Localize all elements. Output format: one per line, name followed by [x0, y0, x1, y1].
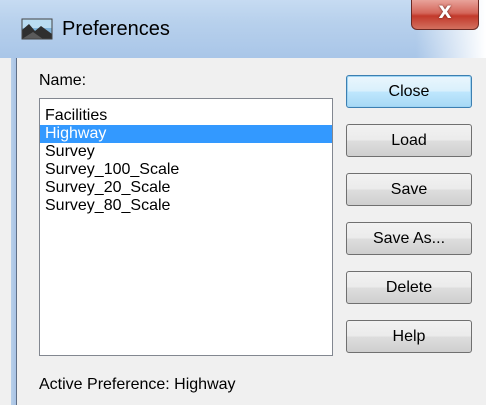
preferences-app-icon [21, 18, 53, 40]
preferences-dialog: Preferences X Name: Facilities Highway Sur… [0, 0, 486, 405]
name-label: Name: [39, 72, 87, 89]
delete-button[interactable]: Delete [346, 271, 472, 304]
active-preference-status: Active Preference: Highway [39, 376, 236, 393]
help-button[interactable]: Help [346, 320, 472, 353]
save-button[interactable]: Save [346, 173, 472, 206]
close-button[interactable]: Close [346, 75, 472, 108]
preferences-listbox[interactable]: Facilities Highway Survey Survey_100_Scale S… [39, 98, 333, 356]
close-x-icon: X [438, 3, 452, 23]
save-as-button[interactable]: Save As... [346, 222, 472, 255]
list-item[interactable]: Facilities [40, 107, 332, 125]
window-title: Preferences [62, 18, 170, 40]
list-item[interactable]: Survey_80_Scale [40, 197, 332, 215]
list-item[interactable]: Highway [40, 125, 332, 143]
window-left-frame [11, 58, 17, 405]
list-item[interactable]: Survey_100_Scale [40, 161, 332, 179]
load-button[interactable]: Load [346, 124, 472, 157]
list-item[interactable]: Survey_20_Scale [40, 179, 332, 197]
list-item[interactable]: Survey [40, 143, 332, 161]
window-close-button[interactable]: X [411, 0, 479, 30]
title-bar[interactable]: Preferences X [0, 0, 486, 58]
